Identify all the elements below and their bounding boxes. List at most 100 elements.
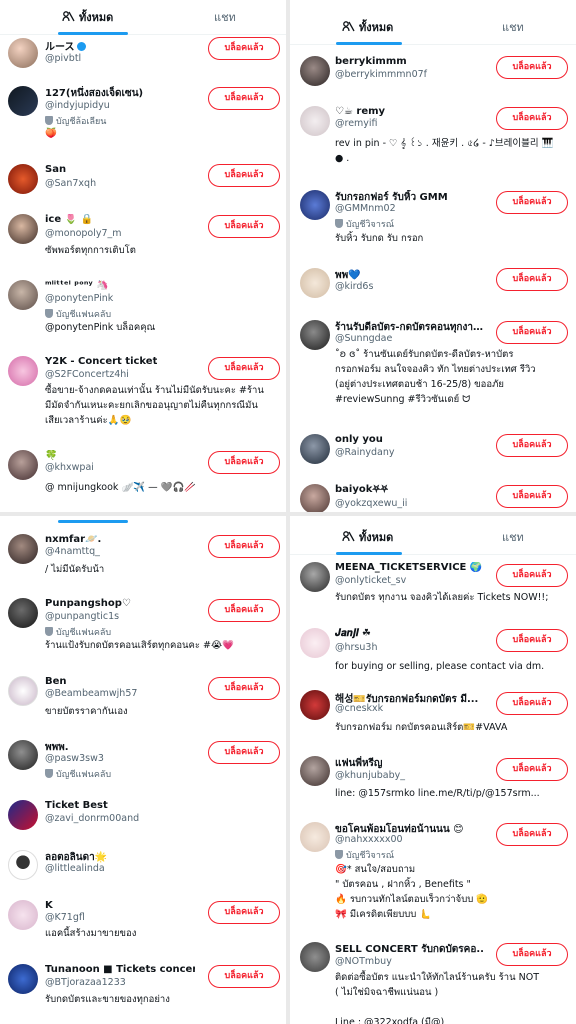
user-handle: @hrsu3h (335, 642, 378, 653)
blocked-button[interactable]: บล็อคแล้ว (208, 164, 280, 187)
tab-bar: ทั้งหมด แชท (0, 0, 286, 35)
list-item[interactable]: Ben @Beambeamwjh57 ขายบัตรราคากันเอง บล็… (0, 674, 286, 724)
tab-chat[interactable]: แชท (214, 8, 236, 26)
user-name: ルース (45, 38, 86, 53)
user-name: 𝑱𝒂𝒏𝒋𝒊 ☘ (335, 628, 371, 639)
avatar (300, 690, 330, 720)
list-item[interactable]: SELL CONCERT รับกดบัตรคอ... @NOTmbuy ติด… (290, 940, 576, 1024)
tab-all[interactable]: ทั้งหมด (342, 528, 393, 546)
blocked-button[interactable]: บล็อคแล้ว (496, 692, 568, 715)
blocked-button[interactable]: บล็อคแล้ว (208, 535, 280, 558)
list-item[interactable]: 해성🎫รับกรอกฟอร์มกดบัตร มี... @cneskxk รับ… (290, 688, 576, 740)
user-handle: @monopoly7_m (45, 228, 122, 239)
list-item[interactable]: ขอโคนพ้อมโอนท่อน้านนน 😊 @nahxxxxx00 บัญช… (290, 820, 576, 930)
avatar (300, 942, 330, 972)
list-item[interactable]: ร้านรับดีลบัตร-กดบัตรคอนทุกงา… @Sunngdae… (290, 318, 576, 414)
user-bio: รับหิ้ว รับกด รับ กรอก (335, 233, 424, 244)
blocked-button[interactable]: บล็อคแล้ว (496, 629, 568, 652)
user-handle: @ponytenPink (45, 293, 114, 304)
user-bio: for buying or selling, please contact vi… (335, 661, 545, 672)
blocked-button[interactable]: บล็อคแล้ว (496, 56, 568, 79)
blocked-button[interactable]: บล็อคแล้ว (496, 107, 568, 130)
list-item[interactable]: Y2K - Concert ticket @S2FConcertz4hi ซื้… (0, 354, 286, 434)
list-item[interactable]: ice 🌷 🔒 @monopoly7_m ซัพพอร์ตทุกการเติบโ… (0, 212, 286, 262)
panel-top-right: ทั้งหมด แชท berrykimmm @berrykimmmn07f บ… (290, 0, 576, 512)
user-bio: ซื้อขาย-จ้างกดคอนเท่านั้น ร้านไม่มีนัดรั… (45, 385, 264, 426)
tab-all[interactable]: ทั้งหมด (62, 8, 113, 26)
tab-all[interactable]: ทั้งหมด (342, 18, 393, 36)
user-handle: @S2FConcertz4hi (45, 369, 129, 380)
user-name: ♡☕ remy (335, 106, 386, 117)
list-item[interactable]: 🍀 @khxwpai @ mnijungkook 🪽✈️ — 🩶🎧🥢 บล็อค… (0, 448, 286, 498)
user-handle: @pasw3sw3 (45, 753, 104, 764)
people-icon (62, 10, 75, 23)
list-item[interactable]: only you @Rainydany บล็อคแล้ว (290, 432, 576, 470)
user-bio: / ไม่มีนัดรับน้า (45, 564, 105, 575)
user-bio: ร้านแป้งรับกดบัตรคอนเสิร์ตทุกคอนคะ #😭💗 (45, 640, 234, 651)
shield-icon (45, 627, 53, 636)
avatar (300, 562, 330, 592)
list-item[interactable]: พพ💙 @kird6s บล็อคแล้ว (290, 266, 576, 304)
blocked-button[interactable]: บล็อคแล้ว (208, 677, 280, 700)
avatar (8, 164, 38, 194)
user-name: K (45, 900, 53, 911)
blocked-button[interactable]: บล็อคแล้ว (496, 434, 568, 457)
shield-icon (45, 116, 53, 125)
user-handle: @BTjorazaa1233 (45, 977, 126, 988)
list-item[interactable]: ♡☕ remy @remyifi rev in pin - ♡ 𝄞 ꒰১ . 재… (290, 104, 576, 170)
list-item[interactable]: Tunanoon ■ Tickets concert @BTjorazaa123… (0, 962, 286, 1012)
panel-top-left: ทั้งหมด แชท ルース @pivbtl บล็อคแล้ว 127(หน… (0, 0, 286, 512)
blocked-button[interactable]: บล็อคแล้ว (496, 268, 568, 291)
user-handle: @Rainydany (335, 447, 395, 458)
user-bio: 🍑 (45, 128, 57, 139)
list-item[interactable]: baiyok⛧⛧ @yokzqxewu_ii บล็อคแล้ว (290, 482, 576, 512)
blocked-button[interactable]: บล็อคแล้ว (208, 37, 280, 60)
tab-chat[interactable]: แชท (502, 18, 524, 36)
shield-icon (335, 219, 343, 228)
list-item[interactable]: ลอตอลินดา🌟 @littlealinda (0, 848, 286, 886)
list-item[interactable]: 𝑱𝒂𝒏𝒋𝒊 ☘ @hrsu3h for buying or selling, p… (290, 626, 576, 680)
blocked-button[interactable]: บล็อคแล้ว (208, 599, 280, 622)
tab-chat[interactable]: แชท (502, 528, 524, 546)
user-name: Ticket Best (45, 800, 108, 811)
blocked-button[interactable]: บล็อคแล้ว (208, 215, 280, 238)
list-item[interactable]: nxmfar🪐. @4namttq_ / ไม่มีนัดรับน้า บล็อ… (0, 532, 286, 578)
blocked-button[interactable]: บล็อคแล้ว (208, 901, 280, 924)
user-handle: @littlealinda (45, 863, 105, 874)
list-item[interactable]: San @San7xqh บล็อคแล้ว (0, 162, 286, 200)
blocked-button[interactable]: บล็อคแล้ว (208, 451, 280, 474)
blocked-button[interactable]: บล็อคแล้ว (496, 191, 568, 214)
blocked-button[interactable]: บล็อคแล้ว (496, 758, 568, 781)
blocked-button[interactable]: บล็อคแล้ว (496, 564, 568, 587)
blocked-button[interactable]: บล็อคแล้ว (496, 321, 568, 344)
user-bio: @ponytenPink บล็อคคุณ (45, 322, 156, 333)
user-bio: ซัพพอร์ตทุกการเติบโต (45, 245, 136, 256)
user-handle: @GMMnm02 (335, 203, 396, 214)
user-handle: @San7xqh (45, 178, 97, 189)
user-bio: ขายบัตรราคากันเอง (45, 706, 128, 717)
list-item[interactable]: berrykimmm @berrykimmmn07f บล็อคแล้ว (290, 54, 576, 92)
blocked-button[interactable]: บล็อคแล้ว (496, 943, 568, 966)
blocked-button[interactable]: บล็อคแล้ว (496, 485, 568, 508)
account-label: บัญชีแฟนคลับ (45, 767, 111, 781)
avatar (8, 800, 38, 830)
list-item[interactable]: รับกรอกฟอร์ รับหิ้ว GMM @GMMnm02 บัญชีวิ… (290, 188, 576, 252)
blocked-button[interactable]: บล็อคแล้ว (208, 741, 280, 764)
list-item[interactable]: Ticket Best @zavi_donrm00and (0, 798, 286, 836)
blocked-button[interactable]: บล็อคแล้ว (208, 965, 280, 988)
list-item[interactable]: ルース @pivbtl บล็อคแล้ว (0, 36, 286, 74)
list-item[interactable]: 127(หนึ่งสองเจ็ดเซน) @indyjupidyu บัญชีล… (0, 84, 286, 146)
list-item[interactable]: K @K71gfl แอคนี้สร้างมาขายของ บล็อคแล้ว (0, 898, 286, 948)
user-handle: @pivbtl (45, 53, 82, 64)
blocked-button[interactable]: บล็อคแล้ว (208, 87, 280, 110)
blocked-button[interactable]: บล็อคแล้ว (496, 823, 568, 846)
blocked-button[interactable]: บล็อคแล้ว (208, 357, 280, 380)
list-item[interactable]: แฟนพี่หรีญ @khunjubaby_ line: @157srmko … (290, 754, 576, 806)
panel-bottom-left: nxmfar🪐. @4namttq_ / ไม่มีนัดรับน้า บล็อ… (0, 516, 286, 1024)
list-item[interactable]: Punpangshop♡ @punpangtic1s บัญชีแฟนคลับ … (0, 596, 286, 658)
list-item[interactable]: ᵐˡⁱᵗᵗᵉˡ ᵖᵒⁿʸ 🦄 @ponytenPink บัญชีแฟนคลับ… (0, 278, 286, 340)
list-item[interactable]: MEENA_TICKETSERVICE 🌍 @onlyticket_sv รับ… (290, 560, 576, 612)
avatar (8, 740, 38, 770)
tab-bar: ทั้งหมด แชท (290, 10, 576, 45)
list-item[interactable]: พพพ. @pasw3sw3 บัญชีแฟนคลับ บล็อคแล้ว (0, 738, 286, 786)
